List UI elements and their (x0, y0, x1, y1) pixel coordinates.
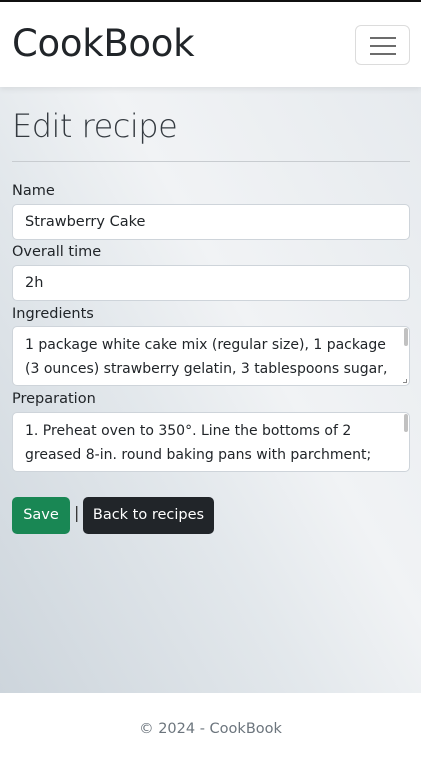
preparation-scrollbar[interactable] (404, 414, 408, 432)
ingredients-scrollbar[interactable] (404, 328, 408, 346)
hamburger-menu-icon (370, 45, 396, 47)
button-separator: | (74, 503, 80, 522)
main-content: Edit recipe Name Strawberry Cake Overall… (0, 87, 421, 693)
footer-copyright: © 2024 - CookBook (139, 721, 282, 737)
navbar: CookBook (0, 2, 421, 87)
preparation-text: 1. Preheat oven to 350°. Line the bottom… (25, 423, 372, 463)
resize-handle-icon[interactable] (403, 379, 407, 383)
name-label: Name (12, 183, 55, 199)
navbar-toggler-button[interactable] (355, 25, 410, 65)
ingredients-text: 1 package white cake mix (regular size),… (25, 337, 388, 377)
save-button[interactable]: Save (12, 497, 70, 534)
divider (12, 161, 410, 162)
preparation-label: Preparation (12, 391, 96, 407)
hamburger-menu-icon (370, 53, 396, 55)
back-to-recipes-button[interactable]: Back to recipes (83, 497, 214, 534)
overall-time-input[interactable]: 2h (12, 265, 410, 301)
hamburger-menu-icon (370, 37, 396, 39)
page-title: Edit recipe (12, 107, 178, 145)
brand-link[interactable]: CookBook (12, 22, 195, 65)
ingredients-label: Ingredients (12, 306, 94, 322)
name-input[interactable]: Strawberry Cake (12, 204, 410, 240)
ingredients-textarea[interactable]: 1 package white cake mix (regular size),… (12, 326, 410, 386)
footer: © 2024 - CookBook (0, 693, 421, 760)
overall-time-label: Overall time (12, 244, 102, 260)
preparation-textarea[interactable]: 1. Preheat oven to 350°. Line the bottom… (12, 412, 410, 472)
